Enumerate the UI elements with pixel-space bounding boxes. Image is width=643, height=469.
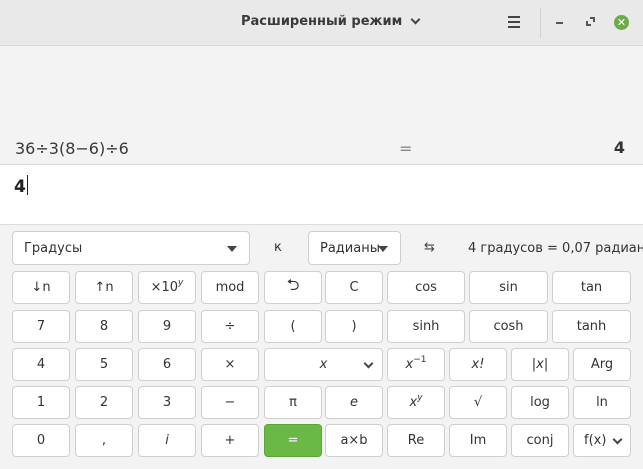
digit-7-button[interactable]: 7: [12, 310, 70, 343]
real-part-button[interactable]: Re: [387, 424, 445, 457]
inverse-button[interactable]: x −1: [387, 348, 445, 381]
inverse-base-label: x: [405, 357, 414, 372]
square-root-button[interactable]: √: [449, 386, 507, 419]
digit-5-button[interactable]: 5: [75, 348, 133, 381]
clear-button[interactable]: C: [325, 271, 383, 304]
chevron-down-icon: [363, 358, 374, 369]
subtract-button[interactable]: −: [201, 386, 259, 419]
variable-label: x: [319, 357, 328, 372]
to-unit-select[interactable]: Радианы: [308, 231, 401, 265]
history-expression[interactable]: 36÷3(8−6)÷6: [15, 139, 129, 158]
swap-units-icon[interactable]: ⇆: [424, 240, 435, 255]
titlebar-separator: [540, 8, 541, 38]
to-unit-label: Радианы: [320, 240, 380, 256]
argument-button[interactable]: Arg: [573, 348, 631, 381]
equals-button[interactable]: =: [264, 424, 322, 457]
from-unit-label: Градусы: [24, 240, 83, 256]
conjugate-button[interactable]: conj: [511, 424, 569, 457]
factorial-button[interactable]: x!: [449, 348, 507, 381]
cosh-button[interactable]: cosh: [469, 310, 548, 343]
undo-icon: ⮌: [286, 275, 300, 294]
multiply-button[interactable]: ×: [201, 348, 259, 381]
sci-exp-label: y: [178, 277, 184, 288]
history-panel: 36÷3(8−6)÷6 = 4: [0, 47, 643, 164]
variable-menu-button[interactable]: x: [264, 348, 383, 381]
chevron-down-icon: [410, 14, 421, 25]
right-paren-button[interactable]: ): [325, 310, 383, 343]
window-title: Расширенный режим: [241, 14, 403, 29]
power-button[interactable]: xy: [387, 386, 445, 419]
hamburger-menu-icon[interactable]: [508, 16, 520, 28]
title-bar: Расширенный режим ✕: [0, 0, 643, 46]
digit-2-button[interactable]: 2: [75, 386, 133, 419]
history-result[interactable]: 4: [614, 138, 625, 157]
expression-entry[interactable]: 4: [0, 164, 643, 225]
minimize-icon[interactable]: [556, 22, 563, 24]
conversion-result: 4 градусов = 0,07 радиан: [468, 241, 643, 256]
scientific-exponent-button[interactable]: ×10 y: [138, 271, 196, 304]
decimal-comma-button[interactable]: ,: [75, 424, 133, 457]
close-icon[interactable]: ✕: [614, 15, 629, 30]
imaginary-label: i: [165, 433, 169, 448]
sin-button[interactable]: sin: [469, 271, 548, 304]
shift-up-button[interactable]: ↑n: [75, 271, 133, 304]
subscript-button[interactable]: a×b: [325, 424, 383, 457]
conversion-in-label: к: [274, 240, 282, 255]
history-equals: =: [399, 139, 413, 158]
imaginary-button[interactable]: i: [138, 424, 196, 457]
euler-label: e: [350, 395, 358, 410]
abs-label: |x|: [531, 357, 549, 372]
function-menu-button[interactable]: f(x): [573, 424, 631, 457]
mode-menu-button[interactable]: Расширенный режим: [241, 14, 421, 29]
divide-button[interactable]: ÷: [201, 310, 259, 343]
log-button[interactable]: log: [511, 386, 569, 419]
digit-9-button[interactable]: 9: [138, 310, 196, 343]
function-label: f(x): [584, 433, 607, 448]
dropdown-arrow-icon: [378, 246, 388, 252]
add-button[interactable]: +: [201, 424, 259, 457]
sinh-button[interactable]: sinh: [387, 310, 465, 343]
ln-button[interactable]: ln: [573, 386, 631, 419]
digit-8-button[interactable]: 8: [75, 310, 133, 343]
digit-1-button[interactable]: 1: [12, 386, 70, 419]
from-unit-select[interactable]: Градусы: [12, 231, 250, 265]
power-exp-label: y: [417, 392, 423, 403]
digit-6-button[interactable]: 6: [138, 348, 196, 381]
text-cursor: [26, 175, 28, 195]
undo-button[interactable]: ⮌: [264, 271, 322, 304]
euler-button[interactable]: e: [325, 386, 383, 419]
shift-down-button[interactable]: ↓n: [12, 271, 70, 304]
modulus-button[interactable]: mod: [201, 271, 259, 304]
left-paren-button[interactable]: (: [264, 310, 322, 343]
tanh-button[interactable]: tanh: [552, 310, 631, 343]
cos-button[interactable]: cos: [387, 271, 465, 304]
inverse-exp-label: −1: [413, 354, 427, 365]
entry-value: 4: [14, 177, 26, 197]
factorial-label: x!: [471, 357, 485, 372]
maximize-icon[interactable]: [586, 17, 595, 26]
tan-button[interactable]: tan: [552, 271, 631, 304]
digit-3-button[interactable]: 3: [138, 386, 196, 419]
chevron-down-icon: [612, 434, 623, 445]
digit-4-button[interactable]: 4: [12, 348, 70, 381]
absolute-value-button[interactable]: |x|: [511, 348, 569, 381]
sci-base-label: ×10: [150, 280, 179, 295]
pi-button[interactable]: π: [264, 386, 322, 419]
dropdown-arrow-icon: [227, 246, 237, 252]
imaginary-part-button[interactable]: Im: [449, 424, 507, 457]
digit-0-button[interactable]: 0: [12, 424, 70, 457]
